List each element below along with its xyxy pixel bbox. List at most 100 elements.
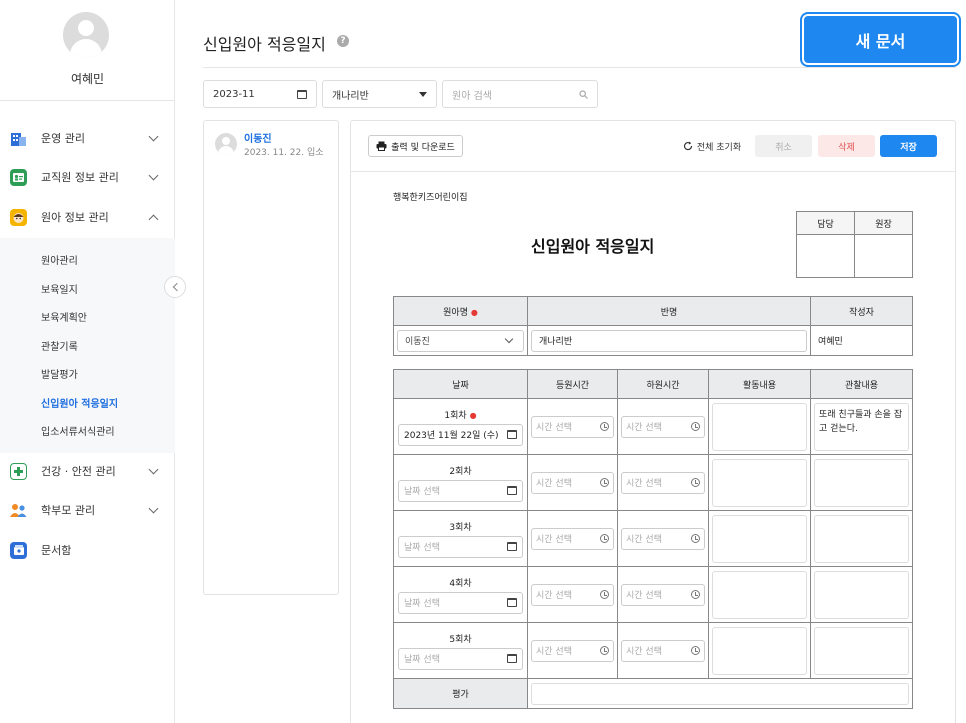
departure-time-picker[interactable]: 시간 선택 — [621, 415, 705, 438]
arrival-time-picker[interactable]: 시간 선택 — [531, 415, 614, 438]
approval-sign-staff[interactable] — [796, 234, 855, 278]
observation-textarea[interactable]: 또래 친구들과 손을 잡고 걷는다. — [814, 402, 909, 451]
class-name-input[interactable]: 개나리반 — [531, 329, 807, 352]
submenu-item-child-manage[interactable]: 원아관리 — [41, 252, 78, 267]
activity-textarea[interactable] — [712, 514, 807, 563]
chevron-down-icon — [148, 503, 159, 513]
toolbar-divider — [351, 171, 955, 172]
staff-card-icon — [10, 168, 27, 186]
approval-sign-director[interactable] — [854, 234, 913, 278]
building-icon — [10, 130, 27, 147]
page-title: 신입원아 적응일지 — [203, 35, 326, 54]
observation-textarea[interactable] — [814, 626, 909, 675]
header-departure-time: 하원시간 — [617, 369, 709, 399]
month-picker[interactable]: 2023-11 — [203, 80, 317, 108]
time-placeholder: 시간 선택 — [536, 423, 572, 433]
arrival-time-picker[interactable]: 시간 선택 — [531, 527, 614, 550]
writer-value: 여혜민 — [810, 325, 913, 356]
submenu-item-care-plan[interactable]: 보육계획안 — [41, 309, 87, 324]
departure-time-picker[interactable]: 시간 선택 — [621, 639, 705, 662]
calendar-icon — [507, 486, 517, 495]
date-value: 2023년 11월 22일 (수) — [404, 431, 499, 441]
child-name-select[interactable]: 이동진 — [397, 329, 524, 352]
submenu-item-adaptation-log[interactable]: 신입원아 적응일지 — [41, 395, 118, 410]
observation-textarea[interactable] — [814, 514, 909, 563]
user-avatar[interactable] — [63, 12, 109, 58]
submenu — [0, 238, 175, 453]
activity-textarea[interactable] — [712, 458, 807, 507]
cancel-button[interactable]: 취소 — [755, 135, 812, 157]
submenu-item-admission-forms[interactable]: 입소서류서식관리 — [41, 423, 115, 438]
delete-button[interactable]: 삭제 — [818, 135, 875, 157]
menu-documents[interactable]: 문서함 — [10, 538, 165, 562]
arrival-time-picker[interactable]: 시간 선택 — [531, 471, 614, 494]
submenu-item-development[interactable]: 발달평가 — [41, 366, 78, 381]
sidebar: 여혜민 운영 관리 교직원 정보 관리 원아 정보 관리 원아관리 보육일지 보… — [0, 0, 175, 723]
save-button[interactable]: 저장 — [880, 135, 937, 157]
time-placeholder: 시간 선택 — [626, 479, 662, 489]
sidebar-collapse-button[interactable] — [164, 276, 186, 298]
menu-label: 학부모 관리 — [41, 504, 96, 517]
child-list-item[interactable]: 이동진 2023. 11. 22. 입소 — [204, 121, 338, 166]
child-face-icon — [10, 208, 27, 226]
print-label: 출력 및 다운로드 — [391, 142, 455, 153]
log-row: 3회차날짜 선택 시간 선택 시간 선택 — [393, 510, 913, 567]
child-avatar — [215, 133, 237, 155]
reset-all-button[interactable]: 전체 초기화 — [681, 135, 743, 157]
help-icon[interactable]: ? — [337, 35, 349, 47]
departure-time-picker[interactable]: 시간 선택 — [621, 583, 705, 606]
search-placeholder: 원아 검색 — [452, 90, 492, 102]
date-picker[interactable]: 날짜 선택 — [398, 479, 523, 502]
document-panel: 출력 및 다운로드 전체 초기화 취소 삭제 저장 행복한키즈어린이집 신입원아… — [350, 120, 956, 723]
calendar-icon — [507, 654, 517, 663]
printer-icon — [376, 141, 387, 151]
menu-parents[interactable]: 학부모 관리 — [10, 498, 165, 522]
departure-time-picker[interactable]: 시간 선택 — [621, 471, 705, 494]
activity-textarea[interactable] — [712, 402, 807, 451]
header-divider — [203, 67, 956, 68]
first-aid-icon — [10, 462, 27, 480]
time-placeholder: 시간 선택 — [626, 423, 662, 433]
child-search-input[interactable]: 원아 검색 — [442, 80, 598, 108]
observation-textarea[interactable] — [814, 458, 909, 507]
round-label: 4회차 — [449, 578, 472, 589]
calendar-icon — [507, 598, 517, 607]
calendar-icon — [507, 430, 517, 439]
child-list: 이동진 2023. 11. 22. 입소 — [203, 120, 339, 595]
class-select[interactable]: 개나리반 — [322, 80, 437, 108]
arrival-time-picker[interactable]: 시간 선택 — [531, 583, 614, 606]
print-download-button[interactable]: 출력 및 다운로드 — [368, 135, 463, 157]
activity-textarea[interactable] — [712, 570, 807, 619]
submenu-item-observation[interactable]: 관찰기록 — [41, 338, 78, 353]
round-label: 3회차 — [449, 522, 472, 533]
submenu-item-care-diary[interactable]: 보육일지 — [41, 281, 78, 296]
menu-operations[interactable]: 운영 관리 — [10, 126, 165, 150]
date-picker[interactable]: 날짜 선택 — [398, 591, 523, 614]
activity-textarea[interactable] — [712, 626, 807, 675]
date-value: 날짜 선택 — [404, 655, 440, 665]
date-picker[interactable]: 날짜 선택 — [398, 647, 523, 670]
menu-health-safety[interactable]: 건강 · 안전 관리 — [10, 459, 165, 483]
calendar-icon — [297, 89, 307, 99]
time-placeholder: 시간 선택 — [626, 591, 662, 601]
date-picker[interactable]: 2023년 11월 22일 (수) — [398, 423, 523, 446]
evaluation-input[interactable] — [531, 682, 909, 705]
time-placeholder: 시간 선택 — [536, 591, 572, 601]
menu-label: 원아 정보 관리 — [41, 211, 109, 224]
header-arrival-time: 등원시간 — [527, 369, 618, 399]
observation-textarea[interactable] — [814, 570, 909, 619]
new-document-button[interactable]: 새 문서 — [802, 14, 959, 65]
clock-icon — [600, 590, 609, 599]
log-row: 5회차 날짜 선택 시간 선택 시간 선택 — [393, 622, 913, 679]
daycare-name: 행복한키즈어린이집 — [393, 193, 468, 203]
time-placeholder: 시간 선택 — [626, 535, 662, 545]
menu-staff[interactable]: 교직원 정보 관리 — [10, 165, 165, 189]
clock-icon — [691, 534, 700, 543]
arrival-time-picker[interactable]: 시간 선택 — [531, 639, 614, 662]
time-placeholder: 시간 선택 — [536, 479, 572, 489]
menu-child-info[interactable]: 원아 정보 관리 — [10, 205, 165, 229]
date-picker[interactable]: 날짜 선택 — [398, 535, 523, 558]
departure-time-picker[interactable]: 시간 선택 — [621, 527, 705, 550]
header-evaluation: 평가 — [393, 678, 528, 709]
round-label: 2회차 — [449, 466, 472, 477]
